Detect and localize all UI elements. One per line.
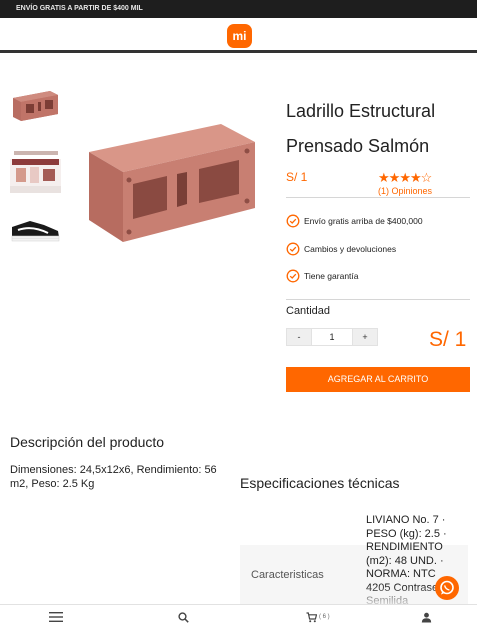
benefit-text: Tiene garantía <box>304 270 359 281</box>
quantity-label: Cantidad <box>286 305 331 317</box>
specs-title: Especificaciones técnicas <box>240 475 400 491</box>
quantity-input[interactable]: 1 <box>312 328 352 346</box>
spec-key: Caracteristicas <box>251 569 324 581</box>
star-icon: ★ <box>378 170 390 185</box>
star-empty-icon: ☆ <box>420 170 433 185</box>
brand-logo[interactable]: mi <box>227 24 252 48</box>
benefit-free-shipping: Envío gratis arriba de $400,000 <box>286 213 423 228</box>
nav-menu[interactable] <box>49 605 63 628</box>
promo-text: ENVÍO GRATIS A PARTIR DE $400 MIL <box>16 5 143 12</box>
decrement-button[interactable]: - <box>286 328 312 346</box>
divider <box>286 299 470 300</box>
benefit-text: Envío gratis arriba de $400,000 <box>304 215 423 226</box>
thumbnail-sneaker[interactable] <box>10 203 61 254</box>
product-main-image <box>71 80 266 274</box>
menu-icon <box>49 612 63 622</box>
nav-search[interactable] <box>178 605 189 628</box>
check-circle-icon <box>286 269 300 282</box>
user-icon <box>421 612 432 622</box>
increment-button[interactable]: + <box>352 328 378 346</box>
whatsapp-button[interactable] <box>435 576 459 600</box>
nav-account[interactable] <box>421 605 432 628</box>
whatsapp-icon <box>440 580 454 595</box>
description-title: Descripción del producto <box>10 434 165 450</box>
cart-count: ( 6 ) <box>319 614 330 620</box>
rating-stars: ★★★★☆ <box>378 170 433 186</box>
check-circle-icon <box>286 214 300 227</box>
opinions-link[interactable]: (1) Opiniones <box>378 186 432 196</box>
site-header: mi <box>0 18 477 53</box>
bottom-navigation: ( 6 ) <box>0 604 477 628</box>
cart-icon <box>306 611 317 622</box>
total-price: S/ 1 <box>429 328 467 351</box>
benefit-warranty: Tiene garantía <box>286 268 359 283</box>
nav-cart[interactable]: ( 6 ) <box>306 605 330 628</box>
check-circle-icon <box>286 242 300 255</box>
thumbnail-brick[interactable] <box>10 80 61 131</box>
product-price: S/ 1 <box>286 170 308 184</box>
add-to-cart-button[interactable]: AGREGAR AL CARRITO <box>286 367 470 392</box>
promo-bar: ENVÍO GRATIS A PARTIR DE $400 MIL <box>0 0 477 18</box>
benefit-returns: Cambios y devoluciones <box>286 241 396 256</box>
product-title: Ladrillo Estructural Prensado Salmón <box>286 101 436 156</box>
star-icon: ★ <box>399 170 411 185</box>
star-icon: ★ <box>388 170 401 185</box>
star-icon: ★ <box>409 170 422 185</box>
search-icon <box>178 611 189 623</box>
description-body: Dimensiones: 24,5x12x6, Rendimiento: 56 … <box>10 464 217 490</box>
quantity-stepper: - 1 + <box>286 328 378 346</box>
divider <box>286 197 470 198</box>
thumbnail-product-photo[interactable] <box>10 142 61 193</box>
benefit-text: Cambios y devoluciones <box>304 243 397 254</box>
